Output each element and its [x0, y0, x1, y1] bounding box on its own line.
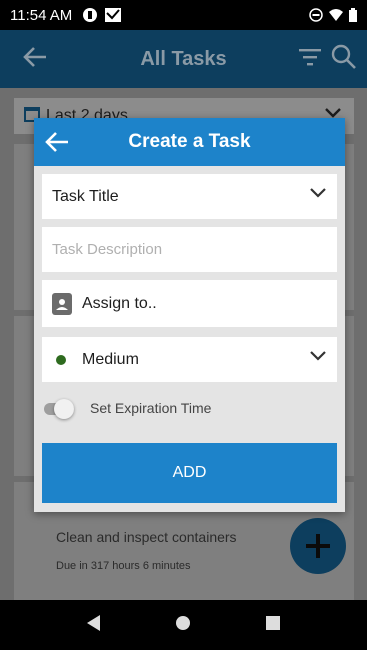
priority-dropdown[interactable]: Medium: [42, 337, 337, 382]
filter-icon: [299, 49, 321, 66]
square-recents-icon: [265, 615, 280, 630]
task-title-dropdown[interactable]: Task Title: [42, 174, 337, 219]
nav-back-button[interactable]: [87, 614, 101, 636]
triangle-back-icon: [87, 614, 101, 631]
task-description-placeholder: Task Description: [52, 241, 163, 258]
assign-to-label: Assign to..: [82, 294, 157, 312]
battery-icon: [349, 8, 357, 22]
status-time: 11:54 AM: [10, 6, 73, 24]
arrow-left-icon: [45, 132, 68, 152]
app-notification-icon: [83, 8, 98, 22]
status-bar: 11:54 AM: [0, 0, 367, 30]
status-system-icons: [309, 8, 357, 22]
plus-icon: [306, 534, 330, 558]
wifi-icon: [329, 9, 343, 21]
dialog-header: Create a Task: [34, 118, 345, 166]
expiration-label: Set Expiration Time: [90, 400, 212, 416]
nav-home-button[interactable]: [175, 615, 191, 636]
add-button[interactable]: ADD: [42, 443, 337, 503]
expiration-toggle-row: Set Expiration Time: [44, 396, 211, 420]
task-title-label: Task Title: [52, 187, 119, 205]
nav-recents-button[interactable]: [265, 615, 280, 635]
task-card-title: Clean and inspect containers: [56, 529, 237, 545]
status-notification-icons: [82, 7, 122, 23]
dialog-title: Create a Task: [128, 131, 251, 152]
task-card-due: Due in 317 hours 6 minutes: [56, 560, 191, 572]
contact-card-icon: [52, 292, 72, 315]
add-task-fab[interactable]: [290, 518, 346, 574]
priority-indicator-dot: [56, 354, 66, 365]
circle-home-icon: [176, 615, 191, 630]
task-description-input[interactable]: Task Description: [42, 227, 337, 272]
system-nav-bar: [0, 600, 367, 650]
search-icon: [331, 44, 356, 69]
search-button[interactable]: [331, 44, 357, 75]
chevron-down-icon: [309, 349, 327, 368]
app-bar: All Tasks: [0, 30, 367, 88]
create-task-dialog: Create a Task Task Title Task Descriptio…: [34, 118, 345, 512]
expiration-toggle[interactable]: [44, 399, 78, 419]
filter-button[interactable]: [299, 48, 321, 71]
assign-to-field[interactable]: Assign to..: [42, 280, 337, 327]
dnd-icon: [309, 8, 323, 22]
priority-label: Medium: [82, 350, 139, 368]
chevron-down-icon: [309, 186, 327, 205]
dialog-back-button[interactable]: [44, 130, 70, 159]
mail-notification-icon: [105, 8, 122, 22]
